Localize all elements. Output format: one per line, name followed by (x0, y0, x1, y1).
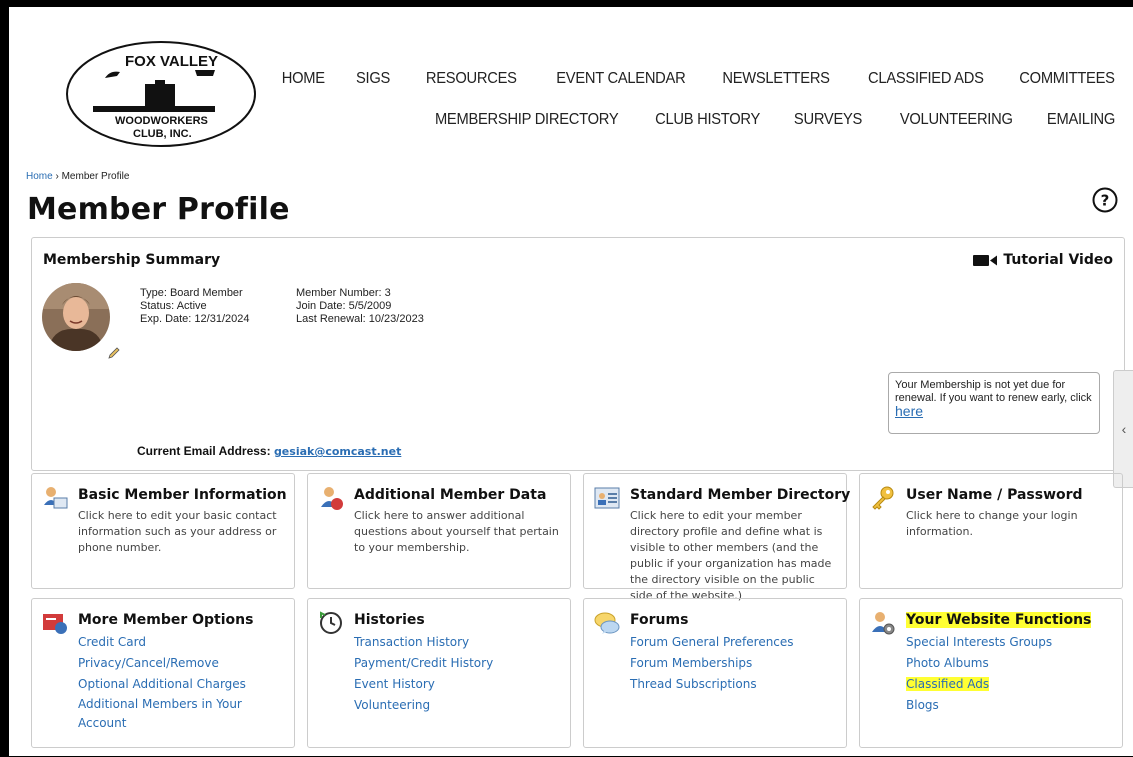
photo-albums-link[interactable]: Photo Albums (906, 653, 1052, 674)
member-status: Status: Active (140, 300, 207, 312)
special-interests-groups-link[interactable]: Special Interests Groups (906, 632, 1052, 653)
nav-club-history[interactable]: CLUB HISTORY (655, 111, 760, 129)
member-join-date: Join Date: 5/5/2009 (296, 300, 392, 312)
video-camera-icon (973, 254, 998, 266)
svg-text:?: ? (1101, 192, 1110, 210)
member-exp-date: Exp. Date: 12/31/2024 (140, 313, 250, 325)
card-additional-member-data[interactable]: Additional Member Data Click here to ans… (307, 473, 571, 589)
club-logo[interactable]: FOX VALLEY WOODWORKERS CLUB, INC. (65, 40, 257, 149)
volunteering-link[interactable]: Volunteering (354, 695, 493, 716)
card-description: Click here to edit your basic contact in… (78, 509, 277, 554)
card-basic-member-information[interactable]: Basic Member Information Click here to e… (31, 473, 295, 589)
member-number: Member Number: 3 (296, 287, 391, 299)
key-icon (872, 486, 894, 510)
nav-emailing[interactable]: EMAILING (1047, 111, 1115, 129)
nav-resources[interactable]: RESOURCES (426, 70, 517, 88)
nav-classified-ads[interactable]: CLASSIFIED ADS (868, 70, 984, 88)
card-title: User Name / Password (906, 487, 1083, 503)
tutorial-video-label: Tutorial Video (1003, 252, 1113, 268)
renewal-notice: Your Membership is not yet due for renew… (888, 372, 1100, 434)
card-forums: Forums Forum General Preferences Forum M… (583, 598, 847, 748)
card-your-website-functions: Your Website Functions Special Interests… (859, 598, 1123, 748)
email-label: Current Email Address: (137, 444, 271, 458)
payment-credit-history-link[interactable]: Payment/Credit History (354, 653, 493, 674)
card-title: Basic Member Information (78, 487, 287, 503)
card-title: More Member Options (78, 612, 254, 628)
nav-newsletters[interactable]: NEWSLETTERS (722, 70, 830, 88)
forum-memberships-link[interactable]: Forum Memberships (630, 653, 794, 674)
logo-line3: CLUB, INC. (133, 128, 192, 140)
nav-volunteering[interactable]: VOLUNTEERING (900, 111, 1013, 129)
classified-ads-link-wrap: Classified Ads (906, 674, 1052, 695)
summary-title: Membership Summary (43, 252, 221, 268)
nav-membership-directory[interactable]: MEMBERSHIP DIRECTORY (435, 111, 619, 129)
card-links: Transaction History Payment/Credit Histo… (354, 632, 493, 716)
clock-history-icon (320, 611, 342, 634)
chat-bubbles-icon (594, 612, 620, 634)
card-title: Additional Member Data (354, 487, 547, 503)
main-nav-row1: HOME SIGS RESOURCES EVENT CALENDAR NEWSL… (250, 70, 1115, 88)
forum-general-preferences-link[interactable]: Forum General Preferences (630, 632, 794, 653)
card-more-member-options: More Member Options Credit Card Privacy/… (31, 598, 295, 748)
current-email-row: Current Email Address: gesiak@comcast.ne… (137, 444, 401, 458)
email-link[interactable]: gesiak@comcast.net (274, 445, 401, 458)
blogs-link[interactable]: Blogs (906, 695, 1052, 716)
card-standard-member-directory[interactable]: Standard Member Directory Click here to … (583, 473, 851, 602)
page-title: Member Profile (27, 192, 290, 227)
card-links: Credit Card Privacy/Cancel/Remove Option… (78, 632, 246, 733)
card-links: Special Interests Groups Photo Albums Cl… (906, 632, 1052, 716)
card-histories: Histories Transaction History Payment/Cr… (307, 598, 571, 748)
event-history-link[interactable]: Event History (354, 674, 493, 695)
logo-line2: WOODWORKERS (115, 115, 208, 127)
member-info-col1: Type: Board Member Status: Active Exp. D… (140, 287, 249, 326)
renewal-notice-text: Your Membership is not yet due for renew… (895, 379, 1092, 404)
help-icon[interactable]: ? (1091, 186, 1119, 214)
card-links: Forum General Preferences Forum Membersh… (630, 632, 794, 695)
member-type: Type: Board Member (140, 287, 243, 299)
additional-members-link-line2[interactable]: Account (78, 714, 246, 733)
additional-members-link[interactable]: Additional Members in Your (78, 695, 246, 714)
card-title: Histories (354, 612, 425, 628)
breadcrumb: Home › Member Profile (26, 171, 129, 182)
person-add-icon (321, 487, 343, 510)
card-description: Click here to edit your member directory… (630, 509, 832, 602)
main-nav-row2: MEMBERSHIP DIRECTORY CLUB HISTORY SURVEY… (391, 111, 1116, 129)
card-title: Your Website Functions (906, 612, 1092, 628)
nav-sigs[interactable]: SIGS (356, 70, 390, 88)
options-icon (43, 614, 67, 634)
breadcrumb-current: Member Profile (61, 171, 130, 182)
nav-surveys[interactable]: SURVEYS (794, 111, 862, 129)
credit-card-link[interactable]: Credit Card (78, 632, 246, 653)
card-title: Standard Member Directory (630, 487, 851, 503)
card-title: Forums (630, 612, 689, 628)
side-panel-toggle[interactable]: ‹ (1113, 370, 1133, 488)
card-title-text: Your Website Functions (906, 612, 1092, 628)
person-gear-icon (872, 612, 895, 635)
id-card-person-icon (44, 487, 68, 509)
nav-event-calendar[interactable]: EVENT CALENDAR (556, 70, 685, 88)
thread-subscriptions-link[interactable]: Thread Subscriptions (630, 674, 794, 695)
directory-card-icon (594, 487, 620, 509)
page: FOX VALLEY WOODWORKERS CLUB, INC. HOME S… (9, 7, 1133, 756)
renew-early-link[interactable]: here (895, 403, 923, 419)
edit-photo-pencil-icon[interactable] (107, 346, 121, 360)
card-description: Click here to change your login informat… (906, 509, 1078, 538)
card-description: Click here to answer additional question… (354, 509, 559, 554)
logo-line1: FOX VALLEY (125, 53, 218, 70)
classified-ads-link[interactable]: Classified Ads (906, 677, 990, 691)
tutorial-video-link[interactable]: Tutorial Video (973, 252, 1113, 268)
breadcrumb-home[interactable]: Home (26, 171, 53, 182)
optional-additional-charges-link[interactable]: Optional Additional Charges (78, 674, 246, 695)
nav-committees[interactable]: COMMITTEES (1020, 70, 1116, 88)
membership-summary-panel: Membership Summary Tutorial Video Type: … (31, 237, 1125, 471)
avatar (42, 283, 110, 351)
privacy-cancel-remove-link[interactable]: Privacy/Cancel/Remove (78, 653, 246, 674)
breadcrumb-separator: › (55, 171, 59, 182)
card-user-name-password[interactable]: User Name / Password Click here to chang… (859, 473, 1123, 589)
member-info-col2: Member Number: 3 Join Date: 5/5/2009 Las… (296, 287, 424, 326)
chevron-left-icon: ‹ (1121, 421, 1127, 437)
nav-home[interactable]: HOME (282, 70, 325, 88)
member-last-renewal: Last Renewal: 10/23/2023 (296, 313, 424, 325)
transaction-history-link[interactable]: Transaction History (354, 632, 493, 653)
